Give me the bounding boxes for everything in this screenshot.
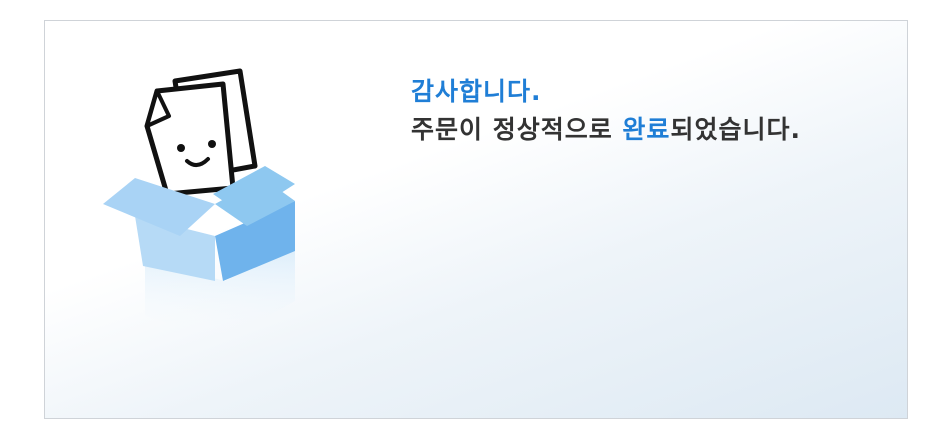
order-status-suffix: 되었습니다. <box>670 115 801 144</box>
order-complete-panel: 감사합니다. 주문이 정상적으로 완료되었습니다. <box>44 20 908 419</box>
order-status-prefix: 주문이 정상적으로 <box>411 115 623 144</box>
order-status-text: 주문이 정상적으로 완료되었습니다. <box>411 111 801 149</box>
order-status-highlight: 완료 <box>622 115 671 144</box>
order-complete-message: 감사합니다. 주문이 정상적으로 완료되었습니다. <box>411 73 801 149</box>
thanks-heading: 감사합니다. <box>411 77 542 106</box>
document-in-box-icon <box>103 68 295 341</box>
